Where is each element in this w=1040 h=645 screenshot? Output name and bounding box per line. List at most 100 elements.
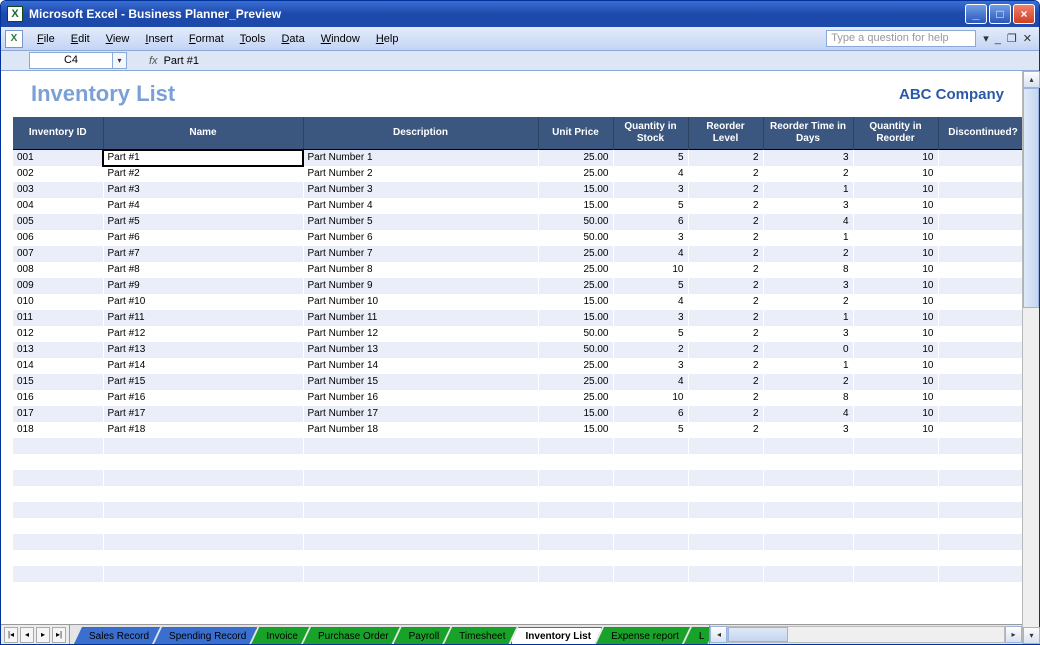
cell[interactable] [613,534,688,550]
menu-tools[interactable]: Tools [232,31,274,47]
cell[interactable]: 2 [688,150,763,166]
sheet-tab[interactable]: Timesheet [444,627,516,644]
cell[interactable] [938,406,1022,422]
cell[interactable]: 10 [853,278,938,294]
cell[interactable] [13,582,103,598]
name-box[interactable]: C4 [29,52,113,69]
cell[interactable]: Part #6 [103,230,303,246]
cell[interactable] [538,438,613,454]
cell[interactable]: 15.00 [538,182,613,198]
cell[interactable] [688,534,763,550]
cell[interactable]: 10 [613,262,688,278]
cell[interactable] [613,566,688,582]
cell[interactable] [103,454,303,470]
cell[interactable] [688,470,763,486]
cell[interactable]: 011 [13,310,103,326]
cell[interactable]: 25.00 [538,358,613,374]
cell[interactable]: 10 [853,214,938,230]
cell[interactable] [13,454,103,470]
cell[interactable]: 10 [853,406,938,422]
minimize-button[interactable]: _ [965,4,987,24]
cell[interactable]: Part Number 5 [303,214,538,230]
doc-restore-button[interactable]: ❐ [1004,32,1020,45]
table-row[interactable] [13,534,1022,550]
cell[interactable]: 2 [688,166,763,182]
cell[interactable]: 002 [13,166,103,182]
sheet-tab[interactable]: Sales Record [74,627,160,644]
cell[interactable] [763,470,853,486]
cell[interactable] [938,278,1022,294]
cell[interactable]: 015 [13,374,103,390]
cell[interactable] [303,518,538,534]
tab-first-icon[interactable]: |◂ [4,627,18,643]
cell[interactable]: 15.00 [538,310,613,326]
cell[interactable] [938,582,1022,598]
cell[interactable] [853,518,938,534]
cell[interactable]: 15.00 [538,294,613,310]
cell[interactable] [763,534,853,550]
cell[interactable]: 3 [763,326,853,342]
cell[interactable] [613,502,688,518]
cell[interactable]: 5 [613,278,688,294]
table-row[interactable]: 003Part #3Part Number 315.0032110 [13,182,1022,198]
menu-help[interactable]: Help [368,31,407,47]
cell[interactable]: 4 [763,214,853,230]
cell[interactable] [13,550,103,566]
cell[interactable]: 2 [763,374,853,390]
cell[interactable]: 3 [613,358,688,374]
table-row[interactable] [13,470,1022,486]
cell[interactable]: 5 [613,326,688,342]
table-row[interactable]: 009Part #9Part Number 925.0052310 [13,278,1022,294]
cell[interactable]: 2 [688,262,763,278]
cell[interactable] [853,470,938,486]
cell[interactable] [938,438,1022,454]
cell[interactable] [13,486,103,502]
table-row[interactable]: 015Part #15Part Number 1525.0042210 [13,374,1022,390]
cell[interactable]: Part Number 14 [303,358,538,374]
cell[interactable]: Part Number 10 [303,294,538,310]
cell[interactable]: 2 [688,358,763,374]
cell[interactable]: 3 [613,182,688,198]
cell[interactable]: 5 [613,150,688,166]
cell[interactable] [763,502,853,518]
cell[interactable] [763,550,853,566]
menu-file[interactable]: File [29,31,63,47]
cell[interactable] [938,182,1022,198]
menu-edit[interactable]: Edit [63,31,98,47]
cell[interactable]: 2 [688,390,763,406]
cell[interactable] [688,566,763,582]
cell[interactable] [938,342,1022,358]
cell[interactable] [538,518,613,534]
cell[interactable] [763,486,853,502]
table-row[interactable]: 016Part #16Part Number 1625.00102810 [13,390,1022,406]
cell[interactable]: 25.00 [538,374,613,390]
col-header[interactable]: Reorder Level [688,117,763,150]
cell[interactable]: 10 [853,390,938,406]
cell[interactable]: Part #4 [103,198,303,214]
cell[interactable] [938,294,1022,310]
cell[interactable]: 25.00 [538,166,613,182]
cell[interactable]: 15.00 [538,422,613,438]
cell[interactable] [303,550,538,566]
help-dropdown-icon[interactable]: ▾ [980,32,992,45]
cell[interactable]: 3 [763,278,853,294]
cell[interactable]: 005 [13,214,103,230]
table-row[interactable] [13,566,1022,582]
cell[interactable]: Part #17 [103,406,303,422]
cell[interactable]: 1 [763,230,853,246]
cell[interactable]: 10 [853,310,938,326]
cell[interactable]: 016 [13,390,103,406]
table-row[interactable]: 014Part #14Part Number 1425.0032110 [13,358,1022,374]
scroll-up-icon[interactable]: ▴ [1023,71,1040,88]
cell[interactable]: Part Number 13 [303,342,538,358]
maximize-button[interactable]: □ [989,4,1011,24]
cell[interactable]: 10 [853,294,938,310]
cell[interactable]: 3 [613,310,688,326]
cell[interactable]: 3 [763,198,853,214]
fx-label[interactable]: fx [149,55,158,67]
cell[interactable]: Part #2 [103,166,303,182]
cell[interactable]: 3 [763,150,853,166]
h-scroll-thumb[interactable] [728,627,788,642]
cell[interactable]: 15.00 [538,198,613,214]
cell[interactable] [938,390,1022,406]
